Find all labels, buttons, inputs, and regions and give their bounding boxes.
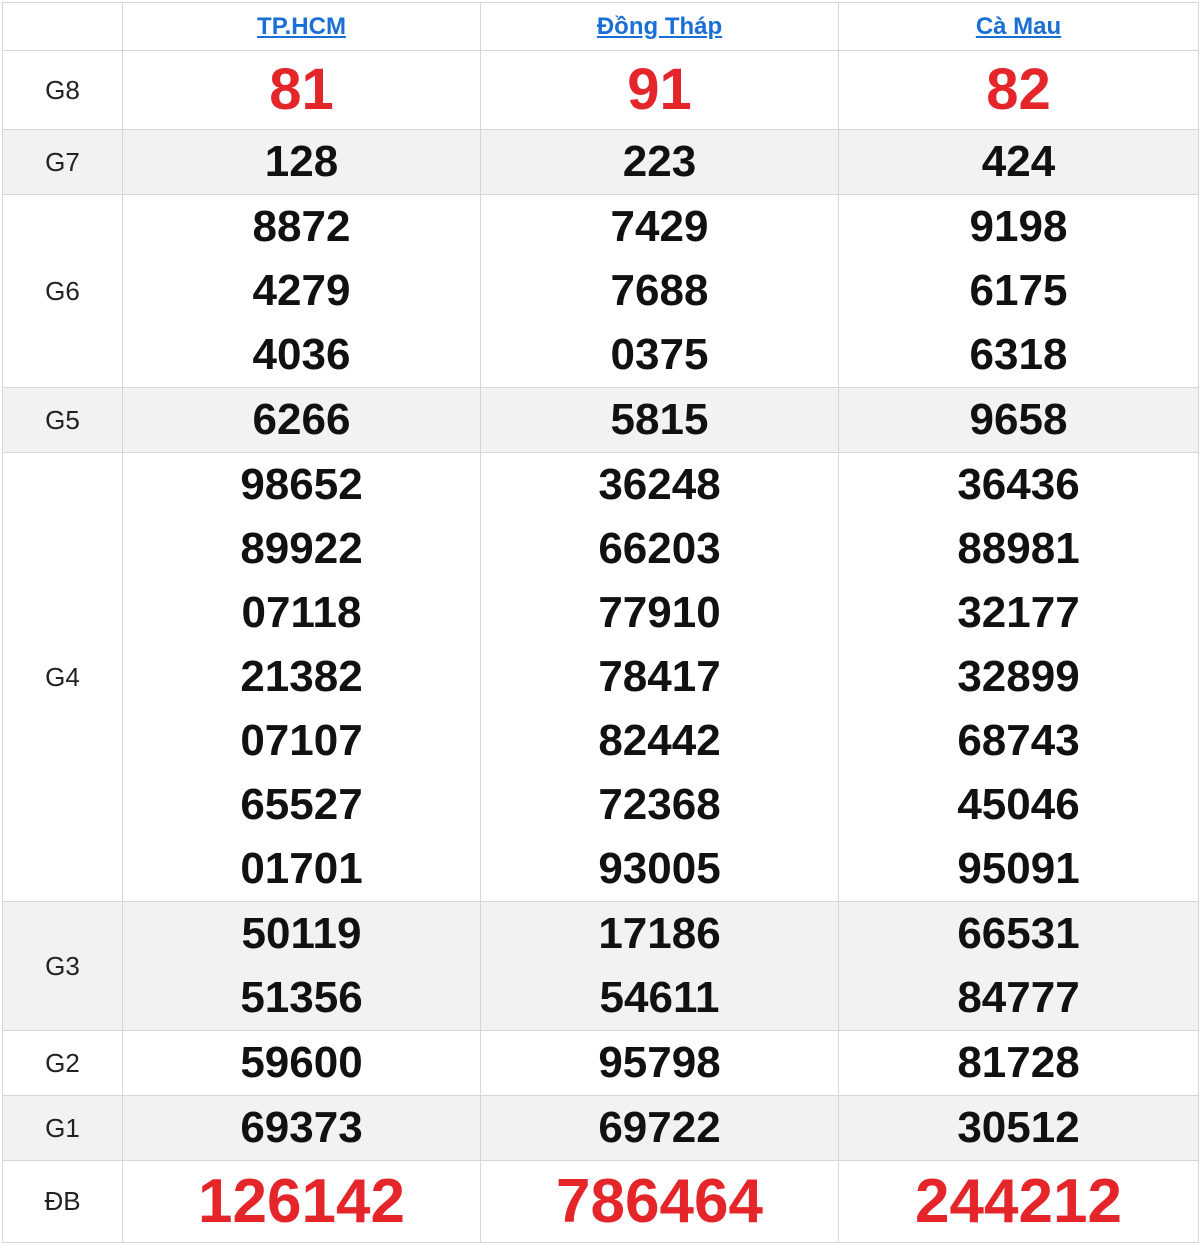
prize-value: 223 [480,129,839,195]
prize-value: 88981 [957,524,1080,573]
prize-value: 89922 [240,524,363,573]
prize-value: 91 [480,50,839,130]
prize-row-g2: G2 59600 95798 81728 [2,1030,1199,1096]
prize-value: 4279 [252,266,351,315]
province-link-tphcm[interactable]: TP.HCM [257,13,346,40]
header-corner [2,2,123,51]
prize-value: 93005 [598,844,721,893]
prize-cell: 17186 54611 [480,901,839,1031]
prize-value: 424 [838,129,1199,195]
prize-row-g6: G6 8872 4279 4036 7429 7688 0375 9198 61… [2,194,1199,388]
prize-label-db: ĐB [2,1160,123,1243]
prize-value: 72368 [598,780,721,829]
province-link-ca-mau[interactable]: Cà Mau [976,13,1061,40]
prize-value: 36436 [957,460,1080,509]
prize-cell: 36248 66203 77910 78417 82442 72368 9300… [480,452,839,902]
prize-value: 7429 [610,202,709,251]
prize-value: 68743 [957,716,1080,765]
prize-value: 69722 [480,1095,839,1161]
prize-value: 81 [122,50,481,130]
prize-cell: 36436 88981 32177 32899 68743 45046 9509… [838,452,1199,902]
prize-cell: 7429 7688 0375 [480,194,839,388]
special-prize-value: 244212 [838,1160,1199,1243]
prize-value: 36248 [598,460,721,509]
prize-value: 32899 [957,652,1080,701]
prize-cell: 98652 89922 07118 21382 07107 65527 0170… [122,452,481,902]
prize-row-g4: G4 98652 89922 07118 21382 07107 65527 0… [2,452,1199,902]
prize-cell: 9198 6175 6318 [838,194,1199,388]
prize-value: 21382 [240,652,363,701]
prize-value: 7688 [610,266,709,315]
province-link-dong-thap[interactable]: Đồng Tháp [597,13,722,40]
prize-value: 4036 [252,330,351,379]
prize-value: 07107 [240,716,363,765]
prize-value: 6318 [969,330,1068,379]
prize-value: 9658 [838,387,1199,453]
prize-value: 66203 [598,524,721,573]
prize-row-g7: G7 128 223 424 [2,129,1199,195]
prize-value: 9198 [969,202,1068,251]
prize-value: 69373 [122,1095,481,1161]
prize-row-g5: G5 6266 5815 9658 [2,387,1199,453]
prize-label-g2: G2 [2,1030,123,1096]
header-row: TP.HCM Đồng Tháp Cà Mau [2,2,1199,51]
prize-value: 95091 [957,844,1080,893]
prize-value: 128 [122,129,481,195]
prize-value: 84777 [957,973,1080,1022]
prize-row-db: ĐB 126142 786464 244212 [2,1160,1199,1243]
header-province-2: Đồng Tháp [480,2,839,51]
prize-value: 65527 [240,780,363,829]
prize-value: 78417 [598,652,721,701]
prize-value: 82442 [598,716,721,765]
prize-cell: 66531 84777 [838,901,1199,1031]
prize-value: 6175 [969,266,1068,315]
prize-row-g8: G8 81 91 82 [2,50,1199,130]
prize-value: 95798 [480,1030,839,1096]
prize-value: 32177 [957,588,1080,637]
lottery-results-table: TP.HCM Đồng Tháp Cà Mau G8 81 91 82 G7 1… [2,2,1199,1243]
prize-value: 6266 [122,387,481,453]
prize-row-g3: G3 50119 51356 17186 54611 66531 84777 [2,901,1199,1031]
prize-value: 98652 [240,460,363,509]
prize-value: 51356 [240,973,363,1022]
header-province-3: Cà Mau [838,2,1199,51]
prize-value: 45046 [957,780,1080,829]
prize-label-g6: G6 [2,194,123,388]
special-prize-value: 126142 [122,1160,481,1243]
prize-value: 81728 [838,1030,1199,1096]
prize-value: 77910 [598,588,721,637]
prize-value: 59600 [122,1030,481,1096]
prize-cell: 8872 4279 4036 [122,194,481,388]
prize-value: 50119 [241,909,362,958]
prize-value: 0375 [610,330,709,379]
prize-value: 5815 [480,387,839,453]
prize-value: 30512 [838,1095,1199,1161]
prize-value: 82 [838,50,1199,130]
prize-value: 66531 [957,909,1080,958]
prize-label-g5: G5 [2,387,123,453]
prize-row-g1: G1 69373 69722 30512 [2,1095,1199,1161]
prize-value: 54611 [599,973,720,1022]
prize-label-g1: G1 [2,1095,123,1161]
special-prize-value: 786464 [480,1160,839,1243]
prize-label-g4: G4 [2,452,123,902]
prize-value: 07118 [241,588,362,637]
prize-cell: 50119 51356 [122,901,481,1031]
prize-value: 01701 [240,844,363,893]
prize-value: 17186 [598,909,721,958]
prize-label-g8: G8 [2,50,123,130]
header-province-1: TP.HCM [122,2,481,51]
prize-label-g7: G7 [2,129,123,195]
prize-value: 8872 [252,202,351,251]
prize-label-g3: G3 [2,901,123,1031]
